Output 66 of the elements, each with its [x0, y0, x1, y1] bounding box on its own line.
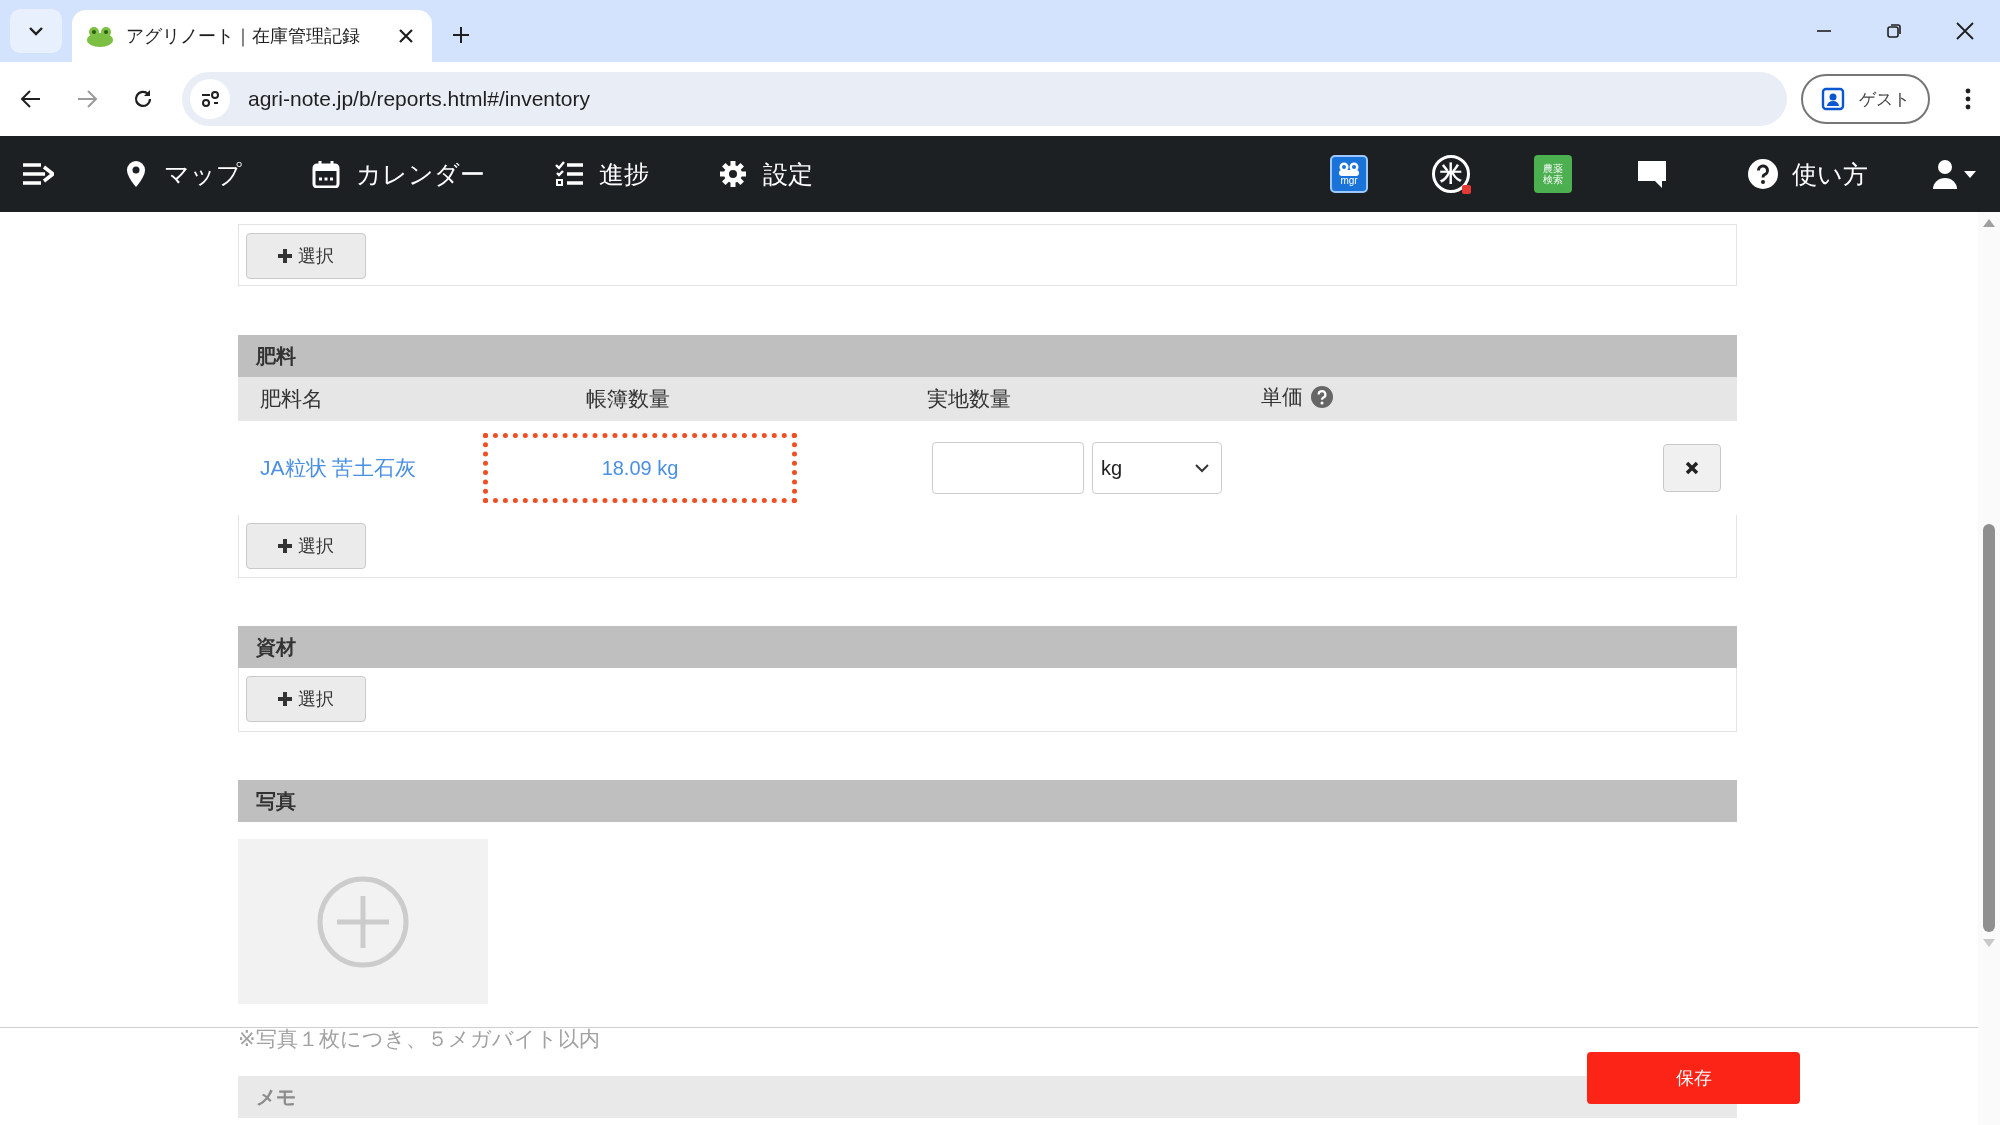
save-button[interactable]: 保存 [1587, 1052, 1800, 1104]
nav-link[interactable]: 進捗 [555, 157, 649, 191]
delete-button[interactable] [1663, 444, 1721, 492]
add-icon [317, 875, 409, 968]
section-header: 資材 [238, 626, 1737, 668]
scroll-thumb[interactable] [1983, 524, 1995, 932]
frog-app-icon[interactable]: mgr [1330, 155, 1368, 193]
app-label: mgr [1340, 176, 1358, 186]
profile-button[interactable]: ゲスト [1801, 74, 1930, 124]
menu-icon[interactable] [22, 161, 54, 187]
plus-icon [278, 692, 292, 706]
nav-label: カレンダー [356, 158, 485, 190]
site-settings-icon[interactable] [190, 79, 230, 119]
rice-app-icon[interactable]: 米 [1432, 155, 1470, 193]
restore-icon[interactable] [1886, 23, 1902, 39]
section-header: 肥料 [238, 335, 1737, 377]
browser-tab[interactable]: アグリノート｜在庫管理記録 [72, 10, 432, 62]
scrollbar[interactable] [1978, 212, 2000, 1125]
chat-icon[interactable] [1636, 159, 1668, 189]
nav-link[interactable]: マップ [124, 157, 242, 191]
help-link[interactable]: 使い方 [1748, 157, 1868, 191]
app-label: 農薬検索 [1542, 163, 1564, 185]
frog-face-icon [1337, 162, 1361, 176]
select-button[interactable]: 選択 [246, 676, 366, 722]
plus-icon [278, 249, 292, 263]
column-header: 帳簿数量 [586, 386, 670, 412]
reload-icon[interactable] [132, 88, 154, 110]
user-menu-icon[interactable] [1932, 159, 1978, 189]
select-button[interactable]: 選択 [246, 233, 366, 279]
column-header: 実地数量 [927, 386, 1011, 412]
hint-text: ※写真１枚につき、５メガバイト以内 [238, 1026, 601, 1052]
map-pin-icon [124, 160, 148, 188]
forward-icon[interactable] [76, 88, 98, 110]
help-icon[interactable] [1311, 386, 1333, 408]
close-icon [1685, 461, 1699, 475]
tab-title: アグリノート｜在庫管理記録 [126, 25, 361, 48]
url-text: agri-note.jp/b/reports.html#/inventory [248, 87, 590, 111]
column-header: 単価 [1261, 384, 1303, 410]
nav-label: 設定 [763, 158, 813, 190]
app-label: 米 [1440, 163, 1462, 185]
settings-icon [719, 160, 747, 188]
profile-label: ゲスト [1859, 88, 1910, 111]
nav-label: 使い方 [1792, 158, 1868, 190]
back-icon[interactable] [20, 88, 42, 110]
address-bar[interactable]: agri-note.jp/b/reports.html#/inventory [182, 72, 1787, 126]
highlighted-quantity: 18.09 kg [483, 433, 797, 503]
quantity-field[interactable] [932, 442, 1084, 494]
frog-icon [86, 25, 114, 47]
help-icon [1748, 159, 1778, 189]
chevron-down-icon [1195, 463, 1209, 473]
nav-link[interactable]: 設定 [719, 157, 813, 191]
close-icon[interactable] [398, 28, 414, 44]
nav-link[interactable]: カレンダー [312, 157, 485, 191]
close-icon[interactable] [1956, 22, 1974, 40]
nav-label: マップ [164, 158, 242, 190]
new-tab-icon[interactable] [452, 26, 470, 44]
section-header: 写真 [238, 780, 1737, 822]
nav-label: 進捗 [599, 158, 649, 190]
select-button[interactable]: 選択 [246, 523, 366, 569]
unit-dropdown[interactable]: kg [1092, 442, 1222, 494]
more-icon[interactable] [1964, 87, 1972, 111]
checklist-icon [555, 160, 583, 188]
calendar-icon [312, 160, 340, 188]
plus-icon [278, 539, 292, 553]
person-icon [1821, 87, 1845, 111]
column-header: 肥料名 [260, 386, 323, 412]
